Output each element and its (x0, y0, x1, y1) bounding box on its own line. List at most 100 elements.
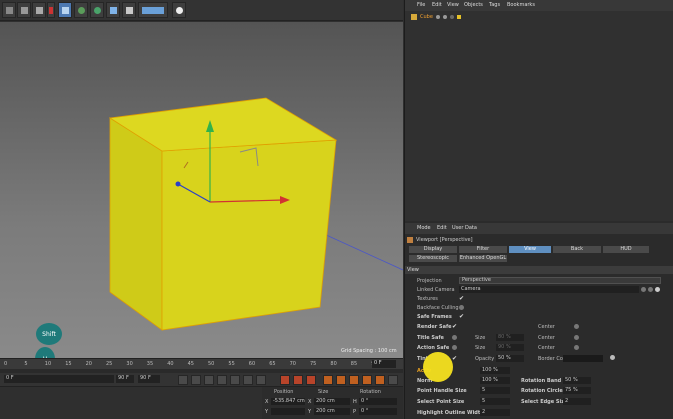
timeline[interactable]: 051015202530354045505560657075808590 0 F (0, 358, 403, 374)
tab-hud[interactable]: HUD (603, 246, 649, 253)
pos-x-field[interactable]: -535.847 cm (271, 398, 305, 405)
link-arrow-icon[interactable] (641, 287, 646, 292)
pos-y-field[interactable] (271, 408, 305, 415)
position-header: Position (274, 389, 294, 395)
scene-icon[interactable] (138, 2, 168, 18)
title-center-checkbox[interactable] (574, 335, 579, 340)
rotation-band-field[interactable]: 50 % (563, 377, 591, 384)
menu-user-data[interactable]: User Data (452, 225, 477, 231)
textures-checkbox[interactable]: ✔ (459, 295, 464, 302)
menu-bookmarks[interactable]: Bookmarks (507, 2, 535, 8)
size-x-axis: X (308, 399, 312, 405)
size-y-field[interactable]: 200 cm (314, 408, 350, 415)
title-size-label: Size (475, 335, 486, 341)
nurbs-icon[interactable] (74, 2, 88, 18)
current-frame-field[interactable]: 0 F (372, 360, 396, 368)
action-safe-label: Action Safe (417, 345, 450, 351)
deformer-icon[interactable] (106, 2, 120, 18)
goto-start-button[interactable] (178, 375, 188, 385)
menu-file[interactable]: File (417, 2, 425, 8)
record-button[interactable] (280, 375, 290, 385)
film-settings-icon[interactable] (32, 2, 46, 18)
film-icon[interactable] (2, 2, 16, 18)
link-options-icon[interactable] (655, 287, 660, 292)
preview-start-field[interactable]: 0 F (4, 375, 114, 383)
goto-end-button[interactable] (256, 375, 266, 385)
menu-attr-edit[interactable]: Edit (437, 225, 447, 231)
action-size-field[interactable]: 90 % (496, 344, 524, 351)
keyframe-selection-button[interactable] (306, 375, 316, 385)
move-key-button[interactable] (323, 375, 333, 385)
rotation-circle-field[interactable]: 75 % (563, 387, 591, 394)
menu-objects[interactable]: Objects (464, 2, 483, 8)
border-color-swatch[interactable] (563, 355, 603, 362)
tint-checkbox[interactable]: ✔ (452, 355, 457, 362)
link-clear-icon[interactable] (648, 287, 653, 292)
pla-key-button[interactable] (375, 375, 385, 385)
projection-dropdown[interactable]: Perspective (459, 277, 661, 284)
tab-view[interactable]: View (509, 246, 551, 253)
autokey-button[interactable] (293, 375, 303, 385)
rotate-key-button[interactable] (349, 375, 359, 385)
end-frame-field[interactable]: 90 F (138, 375, 160, 383)
prev-frame-button[interactable] (204, 375, 214, 385)
visibility-dot-icon[interactable] (435, 15, 440, 19)
title-size-field[interactable]: 80 % (496, 334, 524, 341)
param-key-button[interactable] (362, 375, 372, 385)
select-edge-field[interactable]: 2 (563, 398, 591, 405)
active-field[interactable]: 100 % (480, 367, 510, 374)
menu-edit[interactable]: Edit (432, 2, 442, 8)
size-header: Size (318, 389, 329, 395)
enable-check-icon[interactable] (449, 15, 454, 19)
tab-filter[interactable]: Filter (459, 246, 507, 253)
rot-h-axis: H (353, 399, 357, 405)
timeline-tick: 65 (269, 361, 276, 367)
tab-enhanced-opengl[interactable]: Enhanced OpenGL (459, 255, 507, 262)
highlight-outline-field[interactable]: 2 (480, 409, 510, 416)
point-handle-field[interactable]: 5 (480, 387, 510, 394)
3d-viewport[interactable]: Grid Spacing : 100 cm (0, 22, 403, 358)
next-frame-button[interactable] (230, 375, 240, 385)
prev-key-button[interactable] (191, 375, 201, 385)
select-point-field[interactable]: 5 (480, 398, 510, 405)
timeline-menu-button[interactable] (388, 375, 398, 385)
red-box-icon[interactable] (47, 2, 55, 18)
phong-tag-icon[interactable] (456, 15, 461, 19)
preview-end-field[interactable]: 90 F (116, 375, 134, 383)
tab-back[interactable]: Back (553, 246, 601, 253)
light-icon[interactable] (172, 2, 186, 18)
size-x-field[interactable]: 200 cm (314, 398, 350, 405)
opacity-field[interactable]: 50 % (496, 355, 524, 362)
grid-spacing-label: Grid Spacing : 100 cm (341, 348, 397, 354)
timeline-tick: 70 (289, 361, 296, 367)
rot-p-field[interactable]: 0 ° (359, 408, 397, 415)
normal-field[interactable]: 100 % (480, 377, 510, 384)
object-row-cube[interactable]: Cube (411, 13, 461, 21)
menu-mode[interactable]: Mode (417, 225, 431, 231)
globe-icon[interactable] (90, 2, 104, 18)
menu-tags[interactable]: Tags (489, 2, 500, 8)
action-safe-checkbox[interactable] (452, 345, 457, 350)
tab-display[interactable]: Display (409, 246, 457, 253)
attribute-title-text: Viewport [Perspective] (416, 236, 473, 243)
next-key-button[interactable] (243, 375, 253, 385)
backface-checkbox[interactable] (459, 305, 464, 310)
eyedropper-icon[interactable] (610, 355, 615, 360)
menu-view[interactable]: View (447, 2, 459, 8)
action-center-checkbox[interactable] (574, 345, 579, 350)
rot-h-field[interactable]: 0 ° (359, 398, 397, 405)
render-center-checkbox[interactable] (574, 324, 579, 329)
film-play-icon[interactable] (17, 2, 31, 18)
render-dot-icon[interactable] (442, 15, 447, 19)
camera-icon[interactable] (122, 2, 136, 18)
timeline-tick: 25 (106, 361, 113, 367)
tab-stereoscopic[interactable]: Stereoscopic (409, 255, 457, 262)
play-button[interactable] (217, 375, 227, 385)
linked-camera-field[interactable]: Camera (459, 286, 639, 293)
scale-key-button[interactable] (336, 375, 346, 385)
safe-frames-checkbox[interactable]: ✔ (459, 313, 464, 320)
cube-icon[interactable] (58, 2, 72, 18)
title-safe-checkbox[interactable] (452, 335, 457, 340)
object-manager: File Edit View Objects Tags Bookmarks Cu… (404, 0, 673, 221)
render-safe-checkbox[interactable]: ✔ (452, 323, 457, 330)
